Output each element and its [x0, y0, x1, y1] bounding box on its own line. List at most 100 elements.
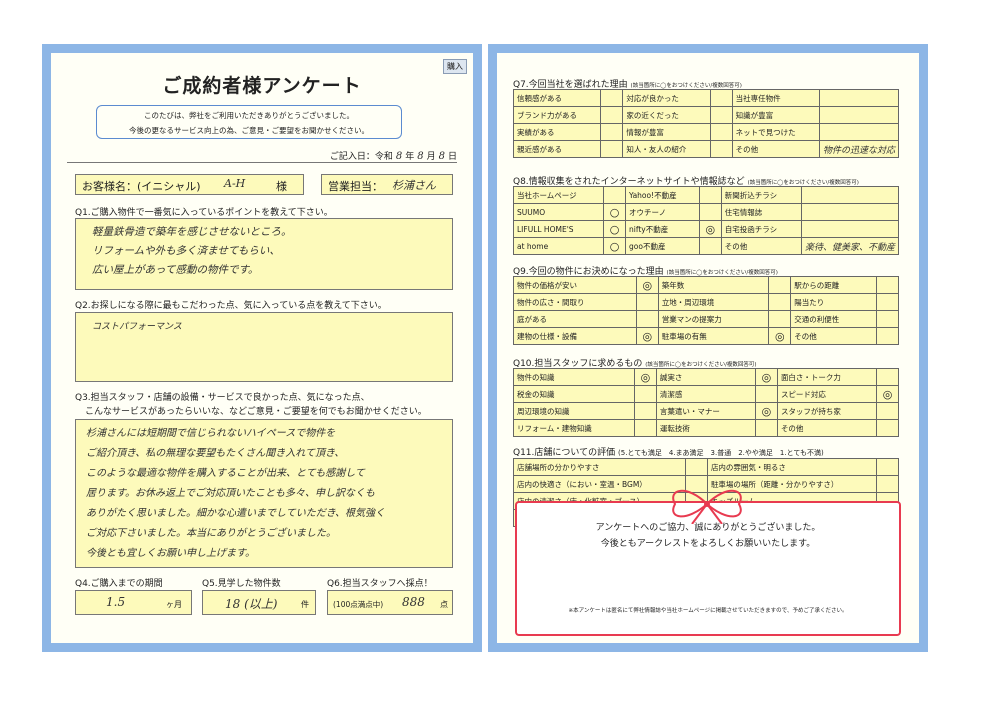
option-label-cell: 誠実さ: [655, 368, 756, 386]
date-month: 8: [417, 151, 424, 162]
answer-mark-cell[interactable]: [876, 458, 899, 476]
answer-mark-cell[interactable]: [698, 203, 722, 221]
answer-mark-cell[interactable]: [635, 310, 659, 328]
answer-mark-cell[interactable]: [709, 89, 733, 107]
answer-mark-cell[interactable]: [633, 385, 657, 403]
table-row: 信頼感がある 対応が良かった 当社専任物件: [512, 89, 900, 107]
option-label-cell: 清潔感: [655, 385, 756, 403]
left-paper: 購入 ご成約者様アンケート このたびは、弊社をご利用いただきありがとうございまし…: [51, 53, 473, 643]
q2-answer[interactable]: コストパフォーマンス: [75, 312, 453, 382]
q5-answer[interactable]: 18 (以上) 件: [202, 590, 316, 615]
thanks-fine-print: ※本アンケートは匿名にて弊社情報誌や当社ホームページに掲載させていただきますので…: [568, 608, 848, 614]
answer-mark-cell[interactable]: [600, 106, 624, 124]
answer-mark-cell[interactable]: [768, 293, 792, 311]
answer-mark-cell[interactable]: [800, 203, 900, 221]
answer-mark-cell[interactable]: [876, 419, 899, 437]
answer-mark-cell[interactable]: [876, 276, 899, 294]
table-row: 実績がある 情報が豊富 ネットで見つけた: [512, 123, 900, 141]
answer-mark-cell[interactable]: [698, 237, 722, 255]
option-label-cell: リフォーム・建物知識: [513, 419, 635, 437]
answer-mark-cell[interactable]: [709, 140, 733, 158]
option-label-cell: 対応が良かった: [622, 89, 711, 107]
option-label-cell: 知識が豊富: [731, 106, 820, 124]
survey-title: ご成約者様アンケート: [162, 75, 362, 97]
answer-mark-cell[interactable]: [603, 186, 627, 204]
answer-mark-cell[interactable]: ◎: [768, 327, 792, 345]
answer-mark-cell[interactable]: [768, 276, 792, 294]
table-row: 物件の価格が安い ◎ 築年数 駅からの距離: [513, 276, 899, 294]
answer-mark-cell[interactable]: [768, 310, 792, 328]
q1-answer[interactable]: 軽量鉄骨造で築年を感じさせないところ。 リフォームや外も多く済ませてもらい、 広…: [75, 218, 453, 290]
answer-mark-cell[interactable]: [633, 419, 657, 437]
table-row: 当社ホームページ Yahoo!不動産 新聞折込チラシ: [512, 186, 900, 204]
answer-mark-cell[interactable]: ◎: [876, 385, 899, 403]
answer-mark-cell[interactable]: [818, 106, 900, 124]
answer-mark-cell[interactable]: [876, 310, 899, 328]
q3-line-7: 今後とも宜しくお願い申し上げます。: [86, 548, 255, 559]
option-label-cell: ブランド力がある: [512, 106, 602, 124]
answer-mark-cell[interactable]: ○: [603, 237, 627, 255]
other-answer-cell[interactable]: 楽待、健美家、不動産: [800, 237, 900, 255]
thanks-message: アンケートへのご協力、誠にありがとうございました。 今後ともアークレストをよろし…: [517, 520, 899, 552]
answer-mark-cell[interactable]: [698, 186, 722, 204]
q5-label: Q5.見学した物件数: [202, 579, 281, 589]
q6-value: 888: [402, 595, 425, 609]
answer-mark-cell[interactable]: ◎: [635, 327, 659, 345]
q8-table: 当社ホームページ Yahoo!不動産 新聞折込チラシ SUUMO ○ オウチーノ 住宅情報誌…: [512, 186, 900, 255]
customer-name-field[interactable]: お客様名：(イニシャル) A-H 様: [75, 174, 304, 195]
answer-mark-cell[interactable]: [600, 140, 624, 158]
answer-mark-cell[interactable]: [876, 293, 899, 311]
answer-mark-cell[interactable]: [600, 123, 624, 141]
q9-table: 物件の価格が安い ◎ 築年数 駅からの距離 物件の広さ・間取り 立地・周辺環境 陽当たり 庭が…: [513, 276, 899, 345]
other-answer-cell[interactable]: 物件の迅速な対応: [818, 140, 900, 158]
answer-mark-cell[interactable]: ○: [603, 203, 627, 221]
answer-mark-cell[interactable]: ◎: [754, 368, 778, 386]
q3-line-2: ご紹介頂き、私の無理な要望もたくさん聞き入れて頂き、: [86, 448, 345, 459]
option-label-cell: 運転技術: [655, 419, 756, 437]
option-label-cell: 店舗場所の分かりやすさ: [513, 458, 686, 476]
sales-staff-field[interactable]: 営業担当： 杉浦さん: [321, 174, 453, 195]
option-label-cell: 住宅情報誌: [720, 203, 802, 221]
answer-mark-cell[interactable]: [876, 475, 899, 493]
q3-label-1: Q3.担当スタッフ・店舗の設備・サービスで良かった点、気になった点、: [75, 393, 370, 403]
answer-mark-cell[interactable]: ◎: [635, 276, 659, 294]
answer-mark-cell[interactable]: ○: [603, 220, 627, 238]
answer-mark-cell[interactable]: [876, 402, 899, 420]
option-label-cell: 周辺環境の知識: [513, 402, 635, 420]
option-label-cell: その他: [790, 327, 877, 345]
answer-mark-cell[interactable]: [818, 123, 900, 141]
answer-mark-cell[interactable]: [684, 458, 708, 476]
answer-mark-cell[interactable]: [633, 402, 657, 420]
q7-table: 信頼感がある 対応が良かった 当社専任物件 ブランド力がある 家の近くだった 知識が豊富実…: [512, 89, 900, 158]
option-label-cell: 店内の雰囲気・明るさ: [706, 458, 878, 476]
answer-mark-cell[interactable]: [800, 186, 900, 204]
q4-unit: ヶ月: [166, 600, 182, 609]
q4-answer[interactable]: 1.5 ヶ月: [75, 590, 192, 615]
q5-unit: 件: [301, 600, 309, 609]
q3-answer[interactable]: 杉浦さんには短期間で信じられないハイペースで物件を ご紹介頂き、私の無理な要望も…: [75, 419, 453, 568]
answer-mark-cell[interactable]: [600, 89, 624, 107]
option-label-cell: 物件の価格が安い: [513, 276, 637, 294]
answer-mark-cell[interactable]: [876, 327, 899, 345]
option-label-cell: 親近感がある: [512, 140, 602, 158]
answer-mark-cell[interactable]: [876, 368, 899, 386]
answer-mark-cell[interactable]: [754, 419, 778, 437]
answer-mark-cell[interactable]: ◎: [698, 220, 722, 238]
option-label-cell: 築年数: [657, 276, 770, 294]
option-label-cell: 信頼感がある: [512, 89, 602, 107]
option-label-cell: 税金の知識: [513, 385, 635, 403]
q6-answer[interactable]: (100点満点中) 888 点: [327, 590, 453, 615]
answer-mark-cell[interactable]: [709, 106, 733, 124]
answer-mark-cell[interactable]: ◎: [633, 368, 657, 386]
answer-mark-cell[interactable]: [709, 123, 733, 141]
answer-mark-cell[interactable]: [754, 385, 778, 403]
option-label-cell: 言葉遣い・マナー: [655, 402, 756, 420]
answer-mark-cell[interactable]: [818, 89, 900, 107]
q4-label: Q4.ご購入までの期間: [75, 579, 163, 589]
table-row: 税金の知識 清潔感 スピード対応 ◎: [513, 385, 899, 403]
option-label-cell: 営業マンの提案力: [657, 310, 770, 328]
option-label-cell: 立地・周辺環境: [657, 293, 770, 311]
answer-mark-cell[interactable]: ◎: [754, 402, 778, 420]
answer-mark-cell[interactable]: [635, 293, 659, 311]
answer-mark-cell[interactable]: [800, 220, 900, 238]
